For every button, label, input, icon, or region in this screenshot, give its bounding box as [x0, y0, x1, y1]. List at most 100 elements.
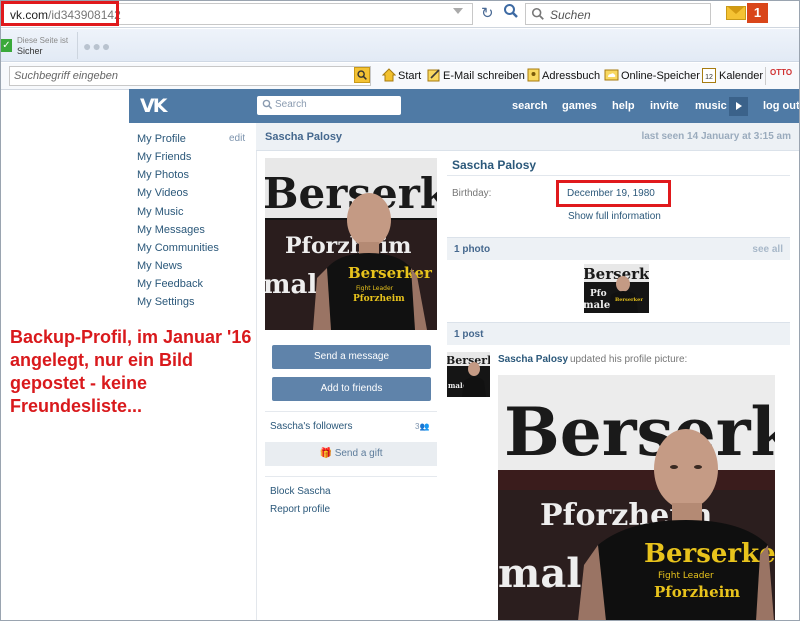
menu-my-messages[interactable]: My Messages: [137, 224, 205, 236]
nav-games[interactable]: games: [562, 100, 597, 112]
menu-my-news[interactable]: My News: [137, 260, 182, 272]
security-text-line1: Diese Seite ist: [17, 36, 69, 45]
menu-my-photos[interactable]: My Photos: [137, 169, 189, 181]
divider: [265, 411, 437, 412]
cloud-storage-icon: [604, 69, 619, 81]
menu-my-profile[interactable]: My Profile: [137, 133, 186, 145]
divider: [265, 476, 437, 477]
toolbar-link-online-storage[interactable]: Online-Speicher: [621, 70, 700, 82]
nav-invite[interactable]: invite: [650, 100, 679, 112]
photos-count[interactable]: 1 photo: [454, 244, 490, 255]
shirt-line-1: Berserker: [348, 264, 433, 282]
calendar-day: 12: [705, 74, 713, 81]
menu-my-feedback[interactable]: My Feedback: [137, 278, 203, 290]
menu-my-communities[interactable]: My Communities: [137, 242, 219, 254]
search-icon: [531, 7, 544, 20]
play-icon[interactable]: [729, 97, 748, 116]
svg-text:Berserker: Berserker: [615, 297, 643, 303]
toolbar-search-button[interactable]: [354, 67, 370, 83]
send-message-button[interactable]: Send a message: [272, 345, 431, 369]
svg-text:Berserker: Berserker: [504, 393, 775, 471]
address-book-icon: [527, 68, 540, 82]
send-gift-button[interactable]: 🎁 Send a gift: [265, 442, 437, 466]
url-dropdown-icon[interactable]: [453, 8, 463, 14]
birthday-highlight-box: [556, 180, 671, 207]
more-dots-icon[interactable]: ●●●: [83, 38, 111, 54]
post-author-avatar-image: Berserker male: [447, 352, 490, 397]
annotation-text: Backup-Profil, im Januar '16 angelegt, n…: [10, 327, 252, 416]
nav-logout[interactable]: log out: [763, 100, 800, 112]
url-highlight-box: [1, 1, 119, 26]
svg-text:Berserker: Berserker: [447, 354, 490, 367]
secure-check-icon: ✓: [1, 39, 12, 52]
svg-text:Pforzheim: Pforzheim: [654, 583, 740, 601]
svg-text:Berserker: Berserker: [584, 265, 649, 283]
mail-icon[interactable]: [726, 6, 746, 20]
post-author-link[interactable]: Sascha Palosy: [498, 354, 568, 365]
portal-toolbar: Suchbegriff eingeben Start E-Mail schrei…: [0, 63, 800, 90]
toolbar-link-start[interactable]: Start: [398, 70, 421, 82]
photo-thumbnail-image: Berserker Pfo male Berserker: [584, 264, 649, 313]
birthday-label: Birthday:: [452, 188, 492, 199]
show-full-info-link[interactable]: Show full information: [568, 211, 661, 222]
see-all-link[interactable]: see all: [752, 244, 783, 255]
report-profile-link[interactable]: Report profile: [270, 504, 330, 515]
home-icon: [382, 68, 396, 82]
divider: [77, 32, 78, 59]
block-user-link[interactable]: Block Sascha: [270, 486, 331, 497]
go-search-icon[interactable]: [503, 3, 519, 19]
browser-search-placeholder: Suchen: [550, 8, 591, 22]
nav-search[interactable]: search: [512, 100, 547, 112]
browser-search-input[interactable]: Suchen: [525, 3, 711, 25]
add-to-friends-button[interactable]: Add to friends: [272, 377, 431, 401]
shirt-line-2: Fight Leader: [356, 285, 394, 292]
followers-link[interactable]: Sascha's followers: [270, 421, 353, 432]
toolbar-search-placeholder: Suchbegriff eingeben: [14, 70, 118, 82]
toolbar-link-email[interactable]: E-Mail schreiben: [443, 70, 525, 82]
profile-topbar: Sascha Palosy last seen 14 January at 3:…: [256, 123, 800, 151]
security-text-line2: Sicher: [17, 46, 43, 56]
nav-help[interactable]: help: [612, 100, 635, 112]
gift-icon: 🎁: [319, 448, 335, 459]
security-bar: ✓ Diese Seite ist Sicher ●●●: [0, 29, 800, 62]
profile-name: Sascha Palosy: [452, 158, 537, 172]
last-seen: last seen 14 January at 3:15 am: [641, 131, 791, 142]
profile-topbar-name[interactable]: Sascha Palosy: [265, 131, 342, 143]
post-photo[interactable]: Berserker Pforzheim maler Berserker Figh…: [498, 375, 775, 621]
shirt-line-3: Pforzheim: [353, 294, 405, 304]
posts-section-header: 1 post: [447, 322, 790, 345]
vk-logo[interactable]: VK: [140, 95, 167, 117]
toolbar-search-input[interactable]: Suchbegriff eingeben: [9, 66, 371, 86]
banner-word-2: Pforzheim: [285, 233, 411, 259]
profile-photo-image: Berserker Pforzheim maler Berserker Figh…: [265, 158, 437, 330]
divider: [765, 67, 766, 85]
write-mail-icon: [427, 69, 440, 82]
vk-search-input[interactable]: Search: [257, 96, 401, 115]
browser-address-bar: vk.com/id343908142 ↻ Suchen 1: [0, 0, 800, 28]
toolbar-link-calendar[interactable]: Kalender: [719, 70, 763, 82]
nav-music[interactable]: music: [695, 100, 727, 112]
menu-my-music[interactable]: My Music: [137, 206, 183, 218]
menu-my-videos[interactable]: My Videos: [137, 187, 188, 199]
otto-logo[interactable]: OTTO: [770, 68, 792, 77]
post-photo-image: Berserker Pforzheim maler Berserker Figh…: [498, 375, 775, 621]
profile-photo[interactable]: Berserker Pforzheim maler Berserker Figh…: [265, 158, 437, 330]
svg-text:Berserker: Berserker: [644, 539, 775, 569]
post-author-avatar[interactable]: Berserker male: [447, 352, 490, 397]
calendar-icon: 12: [702, 68, 716, 83]
search-icon: [262, 99, 273, 110]
photos-section-header: 1 photo see all: [447, 237, 790, 260]
toolbar-link-addressbook[interactable]: Adressbuch: [542, 70, 600, 82]
edit-profile-link[interactable]: edit: [229, 133, 245, 144]
menu-my-friends[interactable]: My Friends: [137, 151, 191, 163]
photo-thumbnail[interactable]: Berserker Pfo male Berserker: [584, 264, 649, 313]
posts-count[interactable]: 1 post: [454, 329, 483, 340]
followers-count: 3👥: [415, 422, 430, 431]
svg-text:Fight Leader: Fight Leader: [658, 571, 714, 581]
divider: [447, 175, 790, 176]
post-action-text: updated his profile picture:: [570, 354, 688, 365]
svg-text:Pfo: Pfo: [590, 289, 607, 299]
reload-icon[interactable]: ↻: [481, 4, 494, 22]
mail-count-badge[interactable]: 1: [747, 3, 768, 23]
menu-my-settings[interactable]: My Settings: [137, 296, 194, 308]
